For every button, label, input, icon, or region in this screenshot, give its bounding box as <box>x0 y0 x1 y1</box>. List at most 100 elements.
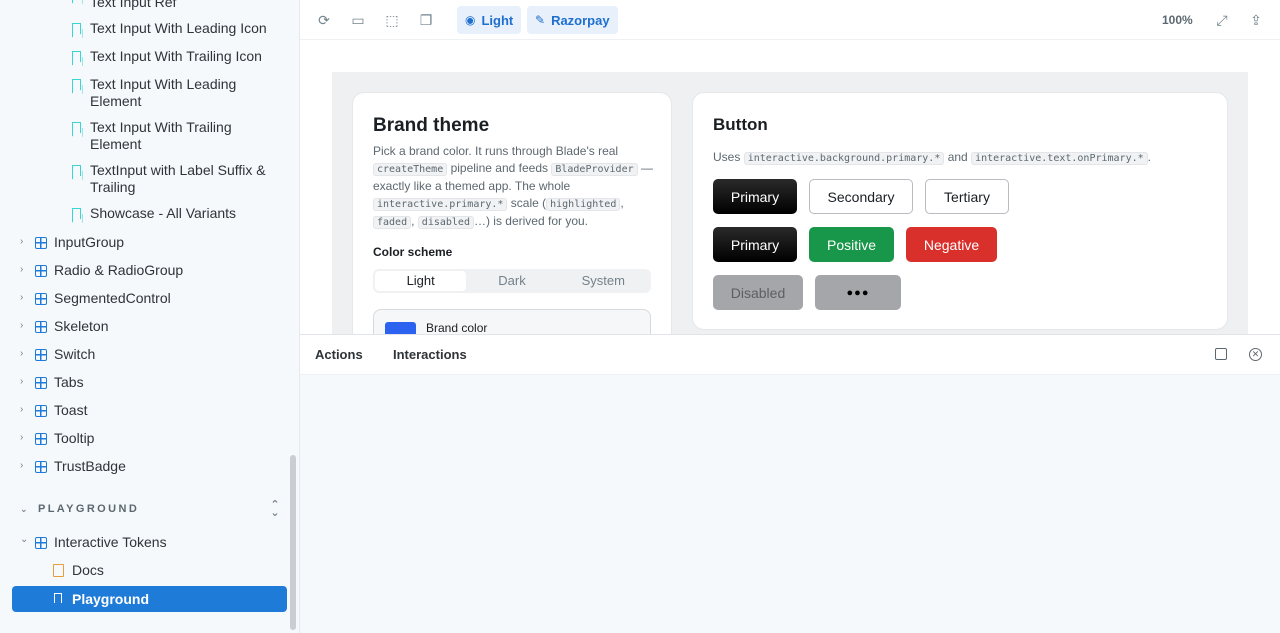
grid-toggle-icon[interactable]: ▭ <box>350 12 366 28</box>
sidebar-item-docs[interactable]: Docs <box>0 562 290 579</box>
sidebar-story-item[interactable]: Text Input With Trailing Element <box>0 119 290 153</box>
brand-color-picker[interactable]: Brand color <box>373 309 651 334</box>
sidebar-story-label: Text Input With Trailing Icon <box>90 48 262 64</box>
component-icon <box>35 293 47 305</box>
brand-color-swatch[interactable] <box>385 322 416 334</box>
bookmark-icon <box>72 79 81 90</box>
negative-button[interactable]: Negative <box>906 227 997 262</box>
card-title: Button <box>713 115 768 134</box>
chevron-right-icon: › <box>20 460 24 471</box>
chevron-right-icon: › <box>20 264 24 275</box>
brand-description: Pick a brand color. It runs through Blad… <box>373 144 653 229</box>
sidebar-item-label: TrustBadge <box>54 458 126 474</box>
outline-icon[interactable]: ⬚ <box>384 12 400 28</box>
component-icon <box>35 349 47 361</box>
sidebar-section-playground[interactable]: ⌄ PLAYGROUND ⌃ ⌄ <box>20 500 282 519</box>
sidebar-story-item[interactable]: Text Input With Leading Element <box>0 76 290 110</box>
bookmark-icon <box>72 208 81 219</box>
tertiary-button[interactable]: Tertiary <box>925 179 1009 214</box>
sidebar-story-item[interactable]: Text Input With Trailing Icon <box>0 48 290 65</box>
sidebar-item-label: Tabs <box>54 374 84 390</box>
tab-actions[interactable]: Actions <box>315 347 363 362</box>
chevron-right-icon: › <box>20 292 24 303</box>
bookmark-icon <box>72 122 81 133</box>
sidebar-story-item[interactable]: TextInput with Label Suffix & Trailing <box>0 162 290 196</box>
sidebar-item-playground[interactable]: Playground <box>12 586 287 612</box>
sidebar-story-label: Text Input With Leading Element <box>90 76 237 109</box>
sidebar-item-toast[interactable]: › Toast <box>0 402 290 419</box>
brand-label: Razorpay <box>551 12 610 28</box>
component-icon <box>35 321 47 333</box>
sidebar-item-inputgroup[interactable]: › InputGroup <box>0 234 290 251</box>
scheme-option-system[interactable]: System <box>558 271 649 291</box>
scheme-option-light[interactable]: Light <box>375 271 467 291</box>
sidebar-item-switch[interactable]: › Switch <box>0 346 290 363</box>
sidebar-story-item[interactable]: Text Input Ref <box>0 0 290 11</box>
toolbar: ⟳ ▭ ⬚ ❐ ◉ Light ✎ Razorpay 100% ⤢ ⇪ <box>300 0 1280 40</box>
component-icon <box>35 377 47 389</box>
bookmark-icon <box>54 593 62 603</box>
brand-theme-card: Brand theme Pick a brand color. It runs … <box>352 92 672 334</box>
bookmark-icon <box>72 165 81 176</box>
share-icon[interactable]: ⇪ <box>1248 12 1264 28</box>
component-icon <box>35 433 47 445</box>
chevron-down-icon: ⌄ <box>20 534 29 545</box>
sidebar-item-label: Docs <box>72 562 104 578</box>
theme-toggle-button[interactable]: ◉ Light <box>457 6 522 34</box>
sidebar-item-label: Radio & RadioGroup <box>54 262 184 278</box>
card-title: Brand theme <box>373 115 490 136</box>
sidebar-story-item[interactable]: Showcase - All Variants <box>0 205 290 222</box>
button-card: Button Uses interactive.background.prima… <box>692 92 1228 330</box>
panel-orientation-icon[interactable] <box>1215 348 1227 360</box>
document-icon <box>53 564 64 577</box>
fullscreen-icon[interactable]: ⤢ <box>1214 12 1230 28</box>
sidebar-item-label: Tooltip <box>54 430 95 446</box>
secondary-button[interactable]: Secondary <box>809 179 913 214</box>
sidebar-story-item[interactable]: Text Input With Leading Icon <box>0 20 290 37</box>
sidebar-item-trustbadge[interactable]: › TrustBadge <box>0 458 290 475</box>
sidebar-item-label: SegmentedControl <box>54 290 171 306</box>
positive-button[interactable]: Positive <box>809 227 894 262</box>
sidebar-story-label: TextInput with Label Suffix & Trailing <box>90 162 266 195</box>
brand-color-label: Brand color <box>426 321 488 334</box>
sidebar: Text Input Ref Text Input With Leading I… <box>0 0 300 633</box>
collapse-all-icon[interactable]: ⌃ ⌄ <box>270 500 282 519</box>
measure-icon[interactable]: ❐ <box>418 12 434 28</box>
chevron-right-icon: › <box>20 320 24 331</box>
sidebar-item-skeleton[interactable]: › Skeleton <box>0 318 290 335</box>
sidebar-item-label: Switch <box>54 346 96 362</box>
sidebar-item-interactive-tokens[interactable]: ⌄ Interactive Tokens <box>0 534 290 551</box>
zoom-level[interactable]: 100% <box>1162 13 1193 27</box>
bookmark-icon <box>72 23 81 34</box>
sidebar-story-label: Text Input With Leading Icon <box>90 20 267 36</box>
component-icon <box>35 237 47 249</box>
sidebar-scrollbar[interactable] <box>290 455 296 630</box>
sidebar-item-tabs[interactable]: › Tabs <box>0 374 290 391</box>
sidebar-item-segmentedcontrol[interactable]: › SegmentedControl <box>0 290 290 307</box>
primary-button[interactable]: Primary <box>713 179 797 214</box>
chevron-right-icon: › <box>20 432 24 443</box>
addons-panel: Actions Interactions ✕ <box>300 334 1280 633</box>
sidebar-item-label: Toast <box>54 402 88 418</box>
tab-interactions[interactable]: Interactions <box>393 347 467 362</box>
close-icon[interactable]: ✕ <box>1249 348 1262 361</box>
sidebar-item-label: InputGroup <box>54 234 125 250</box>
color-scheme-label: Color scheme <box>373 245 453 259</box>
reload-icon[interactable]: ⟳ <box>316 12 332 28</box>
sidebar-story-label: Text Input Ref <box>90 0 177 10</box>
sidebar-item-radio[interactable]: › Radio & RadioGroup <box>0 262 290 279</box>
color-scheme-segmented-control: Light Dark System <box>373 269 651 293</box>
sidebar-item-tooltip[interactable]: › Tooltip <box>0 430 290 447</box>
button-description: Uses interactive.background.primary.* an… <box>713 150 1151 165</box>
component-icon <box>35 537 47 549</box>
component-icon <box>35 265 47 277</box>
sidebar-item-label: Interactive Tokens <box>54 534 167 550</box>
sidebar-story-label: Showcase - All Variants <box>90 205 237 221</box>
brush-icon: ✎ <box>535 13 546 27</box>
bookmark-icon <box>72 51 81 62</box>
sidebar-item-label: Skeleton <box>54 318 109 334</box>
scheme-option-dark[interactable]: Dark <box>466 271 557 291</box>
primary-button-alt[interactable]: Primary <box>713 227 797 262</box>
disabled-button: Disabled <box>713 275 803 310</box>
brand-toggle-button[interactable]: ✎ Razorpay <box>527 6 618 34</box>
